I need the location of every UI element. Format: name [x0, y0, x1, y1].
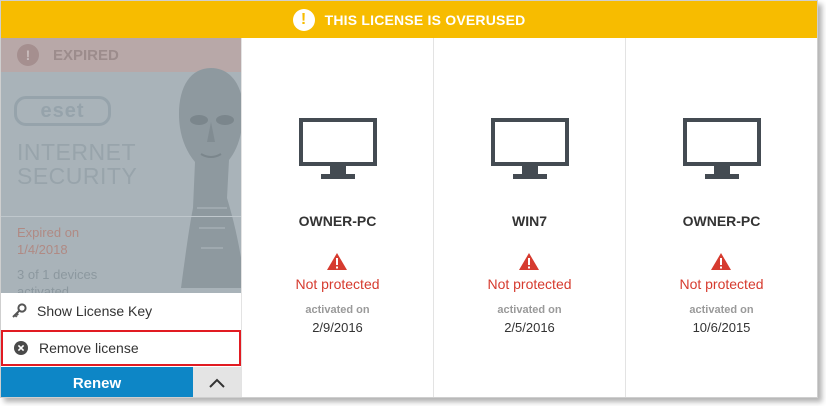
activated-on-label: activated on	[497, 304, 562, 316]
protection-status: Not protected	[679, 276, 764, 292]
monitor-icon	[491, 118, 569, 179]
show-license-key-item[interactable]: Show License Key	[1, 293, 241, 329]
activated-date: 2/5/2016	[504, 320, 555, 335]
devices-count-line1: 3 of 1 devices	[17, 267, 98, 282]
activated-date: 2/9/2016	[312, 320, 363, 335]
device-card: WIN7 Not protected activated on 2/5/2016	[433, 38, 625, 397]
remove-license-item[interactable]: Remove license	[1, 330, 241, 366]
collapse-menu-button[interactable]	[193, 367, 241, 397]
remove-license-label: Remove license	[39, 340, 139, 356]
key-icon	[11, 303, 27, 319]
activated-date: 10/6/2015	[692, 320, 751, 335]
protection-status: Not protected	[487, 276, 572, 292]
expired-on-date: 1/4/2018	[17, 242, 68, 257]
license-options-menu: Show License Key Remove license	[1, 293, 241, 367]
warning-triangle-icon	[519, 253, 539, 270]
product-name-line1: INTERNET	[17, 139, 136, 165]
expired-on-label: Expired on	[17, 225, 80, 240]
expired-on-text: Expired on 1/4/2018	[17, 224, 79, 258]
activated-on-label: activated on	[689, 304, 754, 316]
overuse-banner: ! THIS LICENSE IS OVERUSED	[1, 1, 817, 38]
banner-text: THIS LICENSE IS OVERUSED	[324, 11, 526, 28]
device-name: WIN7	[512, 213, 547, 229]
license-window: ! THIS LICENSE IS OVERUSED ! EXPIRED ese…	[0, 0, 818, 398]
product-name: INTERNET SECURITY	[17, 140, 157, 188]
warning-triangle-icon	[327, 253, 347, 270]
monitor-icon	[299, 118, 377, 179]
protection-status: Not protected	[295, 276, 380, 292]
activated-on-label: activated on	[305, 304, 370, 316]
remove-circle-icon	[13, 340, 29, 356]
card-divider	[1, 216, 241, 217]
expired-exclamation-icon: !	[17, 44, 39, 66]
product-name-line2: SECURITY	[17, 163, 138, 189]
warning-triangle-icon	[711, 253, 731, 270]
exclamation-icon: !	[292, 8, 315, 31]
device-name: OWNER-PC	[298, 213, 377, 229]
renew-bar: Renew	[1, 367, 241, 397]
android-face-image	[179, 68, 241, 288]
show-license-key-label: Show License Key	[37, 303, 153, 319]
eset-logo: eset	[14, 96, 111, 126]
logo-text: eset	[40, 99, 85, 122]
device-card: OWNER-PC Not protected activated on 2/9/…	[241, 38, 433, 397]
device-name: OWNER-PC	[682, 213, 761, 229]
chevron-up-icon	[209, 378, 225, 388]
expired-status-label: EXPIRED	[53, 46, 119, 64]
renew-button[interactable]: Renew	[1, 367, 193, 397]
device-card: OWNER-PC Not protected activated on 10/6…	[625, 38, 817, 397]
monitor-icon	[683, 118, 761, 179]
